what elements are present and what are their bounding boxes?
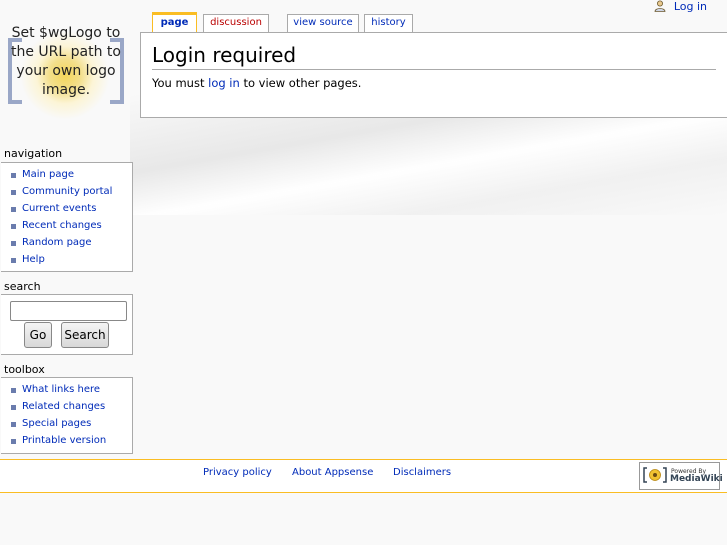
navigation-box: Main page Community portal Current event… xyxy=(1,162,133,272)
footer: Privacy policy About Appsense Disclaimer… xyxy=(0,459,727,493)
nav-item-community-portal[interactable]: Community portal xyxy=(1,183,132,200)
search-box: Go Search xyxy=(1,294,133,355)
message-prefix: You must xyxy=(152,76,209,90)
toolbox-box: What links here Related changes Special … xyxy=(1,377,133,454)
nav-item-current-events[interactable]: Current events xyxy=(1,200,132,217)
tab-page[interactable]: page xyxy=(152,12,197,33)
tab-history-label[interactable]: history xyxy=(371,17,405,28)
bullet-icon xyxy=(11,207,16,212)
nav-item-help[interactable]: Help xyxy=(1,251,132,268)
bullet-icon xyxy=(11,190,16,195)
bullet-icon xyxy=(11,173,16,178)
toolbox-link[interactable]: Related changes xyxy=(22,401,105,412)
login-link[interactable]: Log in xyxy=(674,0,707,13)
tab-view-source[interactable]: view source xyxy=(287,14,359,32)
bullet-icon xyxy=(11,405,16,410)
site-logo[interactable]: Set $wgLogo to the URL path to your own … xyxy=(4,22,128,120)
toolbox-title: toolbox xyxy=(4,363,45,376)
nav-link[interactable]: Community portal xyxy=(22,186,112,197)
search-title: search xyxy=(4,280,41,293)
search-button[interactable]: Search xyxy=(61,322,109,348)
tab-history[interactable]: history xyxy=(364,14,413,32)
user-icon xyxy=(654,0,666,12)
nav-link[interactable]: Current events xyxy=(22,203,96,214)
mediawiki-text: MediaWiki xyxy=(670,474,723,484)
personal-tools: Log in xyxy=(654,0,707,13)
tab-discussion-label[interactable]: discussion xyxy=(210,17,262,28)
search-input[interactable] xyxy=(10,301,127,321)
bullet-icon xyxy=(11,224,16,229)
toolbox-item-related-changes[interactable]: Related changes xyxy=(1,398,132,415)
nav-link[interactable]: Main page xyxy=(22,169,74,180)
nav-item-random-page[interactable]: Random page xyxy=(1,234,132,251)
main-content: Login required You must log in to view o… xyxy=(140,32,727,118)
nav-link[interactable]: Recent changes xyxy=(22,220,102,231)
mediawiki-logo-icon xyxy=(643,466,667,484)
tab-discussion[interactable]: discussion xyxy=(203,14,269,32)
toolbox-link[interactable]: Special pages xyxy=(22,418,91,429)
nav-link[interactable]: Random page xyxy=(22,237,92,248)
powered-by-mediawiki-badge[interactable]: Powered By MediaWiki xyxy=(639,462,723,490)
bullet-icon xyxy=(11,258,16,263)
toolbox-item-special-pages[interactable]: Special pages xyxy=(1,415,132,432)
message-suffix: to view other pages. xyxy=(239,76,362,90)
toolbox-item-what-links-here[interactable]: What links here xyxy=(1,381,132,398)
bullet-icon xyxy=(11,241,16,246)
login-inline-link[interactable]: log in xyxy=(208,76,240,90)
footer-privacy-link[interactable]: Privacy policy xyxy=(203,467,272,478)
logo-text: Set $wgLogo to the URL path to your own … xyxy=(11,25,121,98)
bullet-icon xyxy=(11,388,16,393)
go-button[interactable]: Go xyxy=(24,322,52,348)
footer-disclaimers-link[interactable]: Disclaimers xyxy=(393,467,451,478)
bullet-icon xyxy=(11,422,16,427)
tab-view-source-label[interactable]: view source xyxy=(293,17,352,28)
toolbox-link[interactable]: Printable version xyxy=(22,435,106,446)
tab-page-label[interactable]: page xyxy=(161,17,189,28)
bullet-icon xyxy=(11,439,16,444)
nav-item-recent-changes[interactable]: Recent changes xyxy=(1,217,132,234)
nav-link[interactable]: Help xyxy=(22,254,45,265)
footer-about-link[interactable]: About Appsense xyxy=(292,467,373,478)
content-message: You must log in to view other pages. xyxy=(152,76,361,90)
navigation-title: navigation xyxy=(4,147,63,160)
page-title: Login required xyxy=(152,43,716,70)
toolbox-link[interactable]: What links here xyxy=(22,384,100,395)
nav-item-main-page[interactable]: Main page xyxy=(1,166,132,183)
toolbox-item-printable-version[interactable]: Printable version xyxy=(1,432,132,449)
